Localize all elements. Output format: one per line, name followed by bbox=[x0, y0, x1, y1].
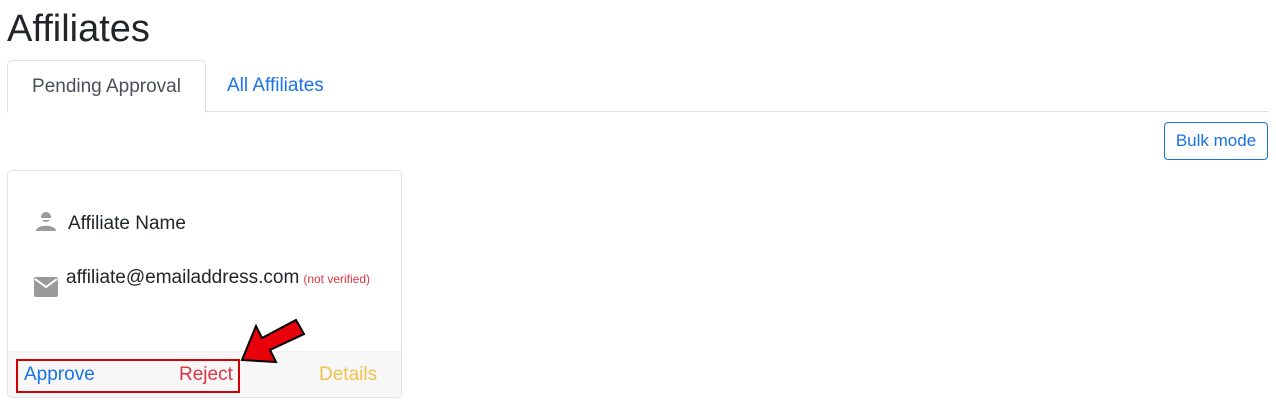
card-body: Affiliate Name affiliate@emailaddress.co… bbox=[8, 171, 401, 351]
mail-icon bbox=[34, 277, 58, 302]
annotation-highlight-box bbox=[16, 359, 240, 393]
annotation-arrow-icon bbox=[236, 316, 308, 373]
affiliate-email-text: affiliate@emailaddress.com (not verified) bbox=[66, 261, 386, 297]
affiliate-name: Affiliate Name bbox=[68, 212, 186, 234]
tab-bar: Pending Approval All Affiliates bbox=[7, 60, 1269, 113]
page-title: Affiliates bbox=[7, 8, 150, 50]
affiliate-name-row: Affiliate Name bbox=[34, 209, 186, 238]
details-link[interactable]: Details bbox=[319, 364, 377, 386]
bulk-mode-button[interactable]: Bulk mode bbox=[1164, 122, 1268, 160]
tab-pending-approval[interactable]: Pending Approval bbox=[7, 60, 206, 113]
affiliate-email: affiliate@emailaddress.com bbox=[66, 267, 300, 288]
verification-status: (not verified) bbox=[303, 272, 371, 286]
tab-all-affiliates[interactable]: All Affiliates bbox=[207, 60, 344, 112]
user-icon bbox=[34, 209, 58, 238]
